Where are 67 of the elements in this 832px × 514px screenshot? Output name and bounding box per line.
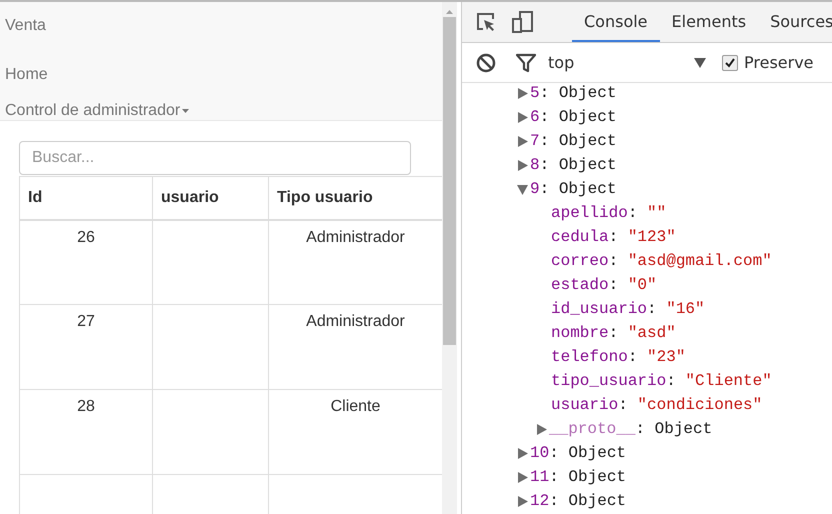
scrollbar[interactable] xyxy=(442,2,457,514)
collapse-triangle-icon[interactable] xyxy=(517,184,528,194)
property-index: 8: xyxy=(530,155,550,176)
property-key: nombre: xyxy=(551,321,618,345)
property-index: 10: xyxy=(530,443,559,464)
brand-link[interactable]: Venta xyxy=(5,17,46,35)
expand-triangle-icon[interactable] xyxy=(517,136,528,146)
scroll-thumb[interactable] xyxy=(443,17,456,345)
property-key: id_usuario: xyxy=(551,297,657,321)
expand-triangle-icon[interactable] xyxy=(517,88,528,98)
context-selector[interactable]: top xyxy=(548,53,694,72)
object-value: Object xyxy=(558,131,616,152)
property-key: correo: xyxy=(551,249,618,273)
property-key: usuario: xyxy=(551,393,628,417)
caret-icon xyxy=(182,109,190,113)
string-value: "23" xyxy=(647,347,686,368)
property-key: cedula: xyxy=(551,225,618,249)
expand-triangle-icon[interactable] xyxy=(517,448,528,458)
checkbox-label: Preserve xyxy=(744,53,814,72)
object-value: Object xyxy=(558,83,616,104)
search-field[interactable]: Buscar... xyxy=(19,141,411,175)
table-cell: 26 xyxy=(20,220,152,304)
devtools-tab[interactable]: Elements xyxy=(660,2,758,42)
property-index: 11: xyxy=(530,467,559,488)
string-value: "condiciones" xyxy=(637,395,762,416)
inspect-icon[interactable] xyxy=(476,12,496,32)
property-key: estado: xyxy=(551,273,618,297)
expand-triangle-icon[interactable] xyxy=(517,472,528,482)
object-value: Object xyxy=(558,107,616,128)
property-index: 6: xyxy=(530,107,550,128)
devtools-tab[interactable]: Console xyxy=(572,2,660,42)
object-value: Object xyxy=(568,443,626,464)
property-key: __proto__: xyxy=(549,417,646,441)
dropdown-arrow-icon[interactable] xyxy=(694,58,706,68)
object-value: Object xyxy=(558,155,616,176)
clear-console-icon[interactable] xyxy=(476,52,496,72)
table-cell: 27 xyxy=(20,304,152,390)
object-value: Object xyxy=(654,419,712,440)
expand-triangle-icon[interactable] xyxy=(536,424,547,434)
string-value: "16" xyxy=(666,299,705,320)
expand-triangle-icon[interactable] xyxy=(517,496,528,506)
property-index: 5: xyxy=(530,83,550,104)
property-index: 9: xyxy=(530,179,550,200)
nav-link[interactable]: Home xyxy=(5,66,48,84)
object-value: Object xyxy=(568,491,626,512)
string-value: "Cliente" xyxy=(685,371,772,392)
property-key: tipo_usuario: xyxy=(551,369,676,393)
property-key: telefono: xyxy=(551,345,638,369)
device-icon[interactable] xyxy=(512,11,534,33)
string-value: "asd" xyxy=(628,323,676,344)
property-index: 12: xyxy=(530,491,559,512)
checkbox[interactable] xyxy=(722,54,738,70)
column-header: usuario xyxy=(152,176,268,220)
string-value: "" xyxy=(647,203,666,224)
object-value: Object xyxy=(558,179,616,200)
expand-triangle-icon[interactable] xyxy=(517,160,528,170)
string-value: "123" xyxy=(628,227,676,248)
object-value: Object xyxy=(568,467,626,488)
property-key: apellido: xyxy=(551,201,638,225)
dropdown-menu[interactable]: Control de administrador xyxy=(5,102,190,120)
table-cell: 28 xyxy=(20,390,152,474)
expand-triangle-icon[interactable] xyxy=(517,112,528,122)
string-value: "0" xyxy=(628,275,657,296)
filter-icon[interactable] xyxy=(516,52,536,72)
string-value: "asd@gmail.com" xyxy=(628,251,772,272)
column-header: Id xyxy=(20,176,152,220)
property-index: 7: xyxy=(530,131,550,152)
